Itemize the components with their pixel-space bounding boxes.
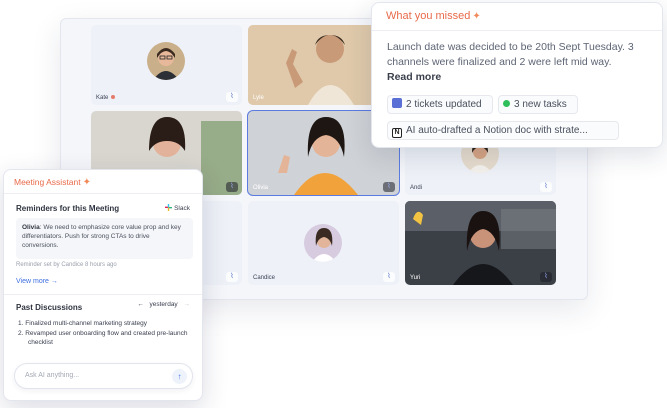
divider — [4, 294, 202, 295]
pager-next-button[interactable]: → — [184, 301, 191, 308]
ask-placeholder: Ask AI anything... — [25, 372, 80, 379]
missed-summary: Launch date was decided to be 20th Sept … — [372, 31, 662, 85]
participant-name: Olivia — [253, 185, 269, 191]
slack-badge[interactable]: Slack — [165, 204, 190, 212]
read-more-link[interactable]: Read more — [387, 71, 441, 83]
note-author: Olivia — [22, 224, 40, 231]
tasks-chip[interactable]: 3 new tasks — [498, 95, 578, 114]
audio-wave-icon[interactable]: ⌇ — [540, 182, 552, 192]
what-you-missed-card: What you missed ✦ Launch date was decided… — [371, 2, 663, 148]
slack-label: Slack — [174, 205, 190, 212]
tickets-chip[interactable]: 2 tickets updated — [387, 95, 493, 114]
summary-text: Launch date was decided to be 20th Sept … — [387, 41, 634, 68]
tile-yuri[interactable]: Yuri ⌇ — [405, 201, 556, 285]
audio-wave-icon[interactable]: ⌇ — [540, 272, 552, 282]
date-pager: ← yesterday → — [133, 301, 190, 308]
audio-wave-icon[interactable]: ⌇ — [226, 92, 238, 102]
pager-label: yesterday — [149, 301, 178, 308]
meeting-assistant-panel: Meeting Assistant ✦ Reminders for this Me… — [3, 169, 203, 401]
audio-wave-icon[interactable]: ⌇ — [226, 272, 238, 282]
participant-name: Yuri — [410, 275, 421, 281]
chip-label: AI auto-drafted a Notion doc with strate… — [406, 125, 588, 136]
notion-icon: N — [392, 128, 402, 138]
slack-icon — [165, 204, 173, 211]
participant-video — [405, 201, 556, 285]
mute-dot-icon — [111, 95, 116, 100]
ask-ai-input[interactable]: Ask AI anything... ↑ — [14, 363, 193, 389]
reminder-meta: Reminder set by Candice 8 hours ago — [16, 262, 117, 268]
avatar — [304, 224, 342, 262]
participant-name: Lyle — [253, 95, 264, 101]
avatar — [147, 42, 185, 80]
green-dot-icon — [503, 100, 510, 107]
view-more-link[interactable]: View more → — [16, 278, 58, 285]
note-text: : We need to emphasize core value prop a… — [22, 224, 181, 249]
panel-title: Meeting Assistant — [14, 177, 81, 187]
send-arrow-icon[interactable]: ↑ — [172, 369, 187, 384]
tile-kate[interactable]: Kate ⌇ — [91, 25, 242, 105]
participant-name: Kate — [96, 95, 116, 101]
list-item: 2. Revamped user onboarding flow and cre… — [18, 329, 188, 347]
sparkle-icon: ✦ — [472, 11, 481, 22]
chip-label: 2 tickets updated — [406, 99, 482, 110]
audio-wave-icon[interactable]: ⌇ — [383, 182, 395, 192]
audio-wave-icon[interactable]: ⌇ — [226, 182, 238, 192]
notion-chip[interactable]: N AI auto-drafted a Notion doc with strat… — [387, 121, 619, 140]
ticket-icon — [392, 98, 402, 108]
reminder-note: Olivia: We need to emphasize core value … — [16, 218, 193, 259]
participant-name: Andi — [410, 185, 423, 191]
tile-candice[interactable]: Candice ⌇ — [248, 201, 399, 285]
reminders-title: Reminders for this Meeting — [16, 204, 120, 213]
list-item: 1. Finalized multi-channel marketing str… — [18, 320, 147, 327]
past-discussions-list: 1. Finalized multi-channel marketing str… — [18, 319, 196, 348]
participant-name: Candice — [253, 275, 276, 281]
pager-prev-button[interactable]: ← — [137, 301, 144, 308]
audio-wave-icon[interactable]: ⌇ — [383, 272, 395, 282]
stage: Kate ⌇ Lyle ⌇ ⌇ Olivia ⌇ Andi ⌇ — [0, 0, 667, 408]
past-discussions-title: Past Discussions — [16, 303, 83, 312]
sparkle-icon: ✦ — [82, 177, 92, 188]
panel-header: Meeting Assistant ✦ — [4, 170, 202, 194]
card-header: What you missed ✦ — [372, 3, 662, 31]
card-title: What you missed — [386, 10, 471, 22]
chip-label: 3 new tasks — [514, 99, 567, 110]
